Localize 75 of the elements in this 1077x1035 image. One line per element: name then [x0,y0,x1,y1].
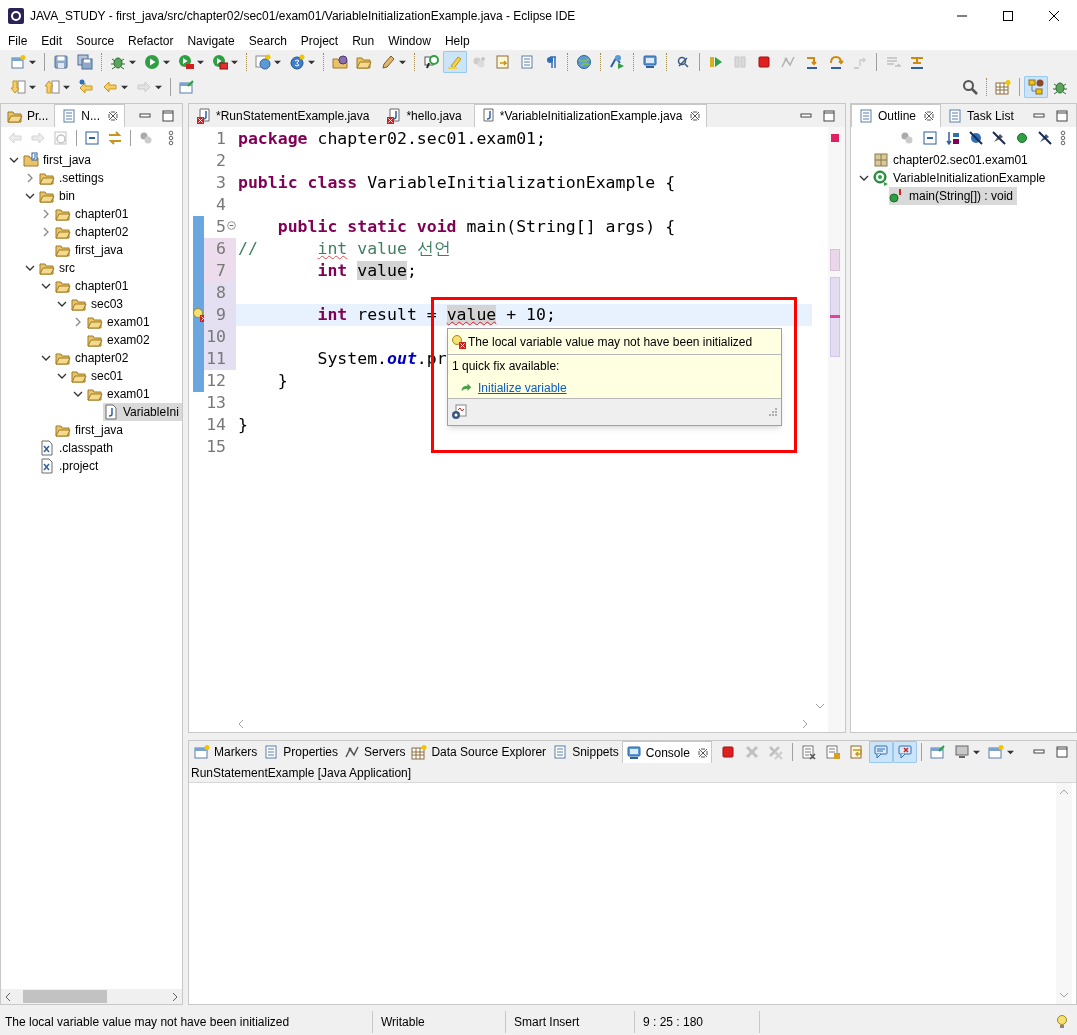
menu-item[interactable]: Search [241,32,294,50]
editor-tab[interactable]: *VariableInitializationExample.java [473,104,708,127]
line-number: 12 [205,370,227,392]
line-number: 13 [205,392,227,414]
view-tab[interactable]: Servers [341,740,409,764]
line-number: 3 [215,172,227,194]
line-number: 8 [204,282,236,304]
menu-item[interactable]: Source [69,32,122,50]
line-number: 5 [204,216,236,238]
menu-item[interactable]: Help [437,32,477,50]
tree-item[interactable]: sec03 [71,295,182,313]
tree-item[interactable]: .project [39,457,182,475]
view-tab[interactable]: Outline [851,104,942,127]
code-line: public static void main(String[] args) { [276,216,676,238]
tree-item[interactable]: exam01 [87,385,182,403]
line-number: 4 [215,194,227,216]
line-number: 10 [204,326,236,348]
code-line: package chapter02.sec01.exam01; [238,128,546,150]
view-tab[interactable]: N... [54,104,125,127]
quick-fix-count: 1 quick fix available: [452,358,560,375]
menu-item[interactable]: Project [293,32,346,50]
view-tab[interactable]: Data Source Explorer [408,740,550,764]
editor-tab[interactable]: *hello.java [381,104,468,127]
tree-item[interactable]: src [39,259,182,277]
cursor-position: 9 : 25 : 180 [642,1014,705,1031]
window-title: JAVA_STUDY - first_java/src/chapter02/sec01/exam01/VariableInitializationExample.java - Eclipse IDE [30,8,576,25]
tree-item[interactable]: VariableIni [103,403,182,421]
line-number: 15 [205,436,227,458]
menu-item[interactable]: Navigate [180,32,242,50]
code-line: } [276,370,288,392]
tree-item[interactable]: chapter02.sec01.exam01 [873,151,1032,169]
editor-tab[interactable]: *RunStatementExample.java [191,104,376,127]
view-tab[interactable]: Console [621,740,712,764]
tree-item[interactable]: chapter02 [55,223,182,241]
tree-item[interactable]: first_java [23,151,182,169]
view-tab[interactable]: Markers [191,740,261,764]
view-tab[interactable]: Pr... [1,104,55,127]
line-number: 9 [204,304,236,326]
view-tab[interactable]: Task List [941,104,1020,127]
line-number: 1 [215,128,227,150]
tree-item[interactable]: chapter02 [55,349,182,367]
line-number: 14 [205,414,227,436]
status-mode: Writable [380,1014,426,1031]
code-line: public class VariableInitializationExample { [238,172,676,194]
line-number: 11 [204,348,236,370]
menu-item[interactable]: Window [381,32,438,50]
menu-item[interactable]: File [1,32,35,50]
menu-item[interactable]: Edit [34,32,70,50]
code-line: } [238,414,248,436]
code-line: // int value 선언 [238,238,451,260]
status-message: The local variable value may not have been initialized [4,1014,291,1031]
quick-fix-link[interactable]: Initialize variable [478,378,567,397]
tree-item[interactable]: sec01 [71,367,182,385]
view-tab[interactable]: Properties [260,740,342,764]
menu-item[interactable]: Refactor [121,32,181,50]
tree-item[interactable]: bin [39,187,182,205]
tree-item[interactable]: VariableInitializationExample [873,169,1050,187]
tree-item[interactable]: first_java [55,421,182,439]
console-title: RunStatementExample [Java Application] [191,764,412,782]
tree-item[interactable]: .classpath [39,439,182,457]
tree-item[interactable]: exam02 [87,331,182,349]
line-number: 6 [204,238,236,260]
code-line: int value; [316,260,417,282]
tree-item[interactable]: chapter01 [55,205,182,223]
tree-item[interactable]: first_java [55,241,182,259]
tree-item[interactable]: main(String[]) : void [889,187,1018,205]
problem-message: The local variable value may not have been initialized [468,333,753,351]
status-insert-mode: Smart Insert [513,1014,581,1031]
menu-item[interactable]: Run [345,32,382,50]
tree-item[interactable]: .settings [39,169,182,187]
tree-item[interactable]: chapter01 [55,277,182,295]
tree-item[interactable]: exam01 [87,313,182,331]
line-number: 2 [215,150,227,172]
line-number: 7 [204,260,236,282]
view-tab[interactable]: Snippets [549,740,622,764]
